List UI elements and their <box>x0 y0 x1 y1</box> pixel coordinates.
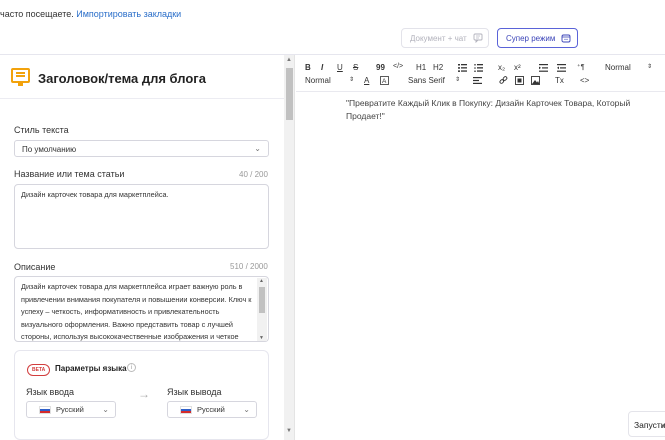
input-language-value: Русский <box>56 405 84 414</box>
subscript-button[interactable]: x₂ <box>498 63 505 72</box>
scroll-down-icon[interactable]: ▼ <box>259 335 264 341</box>
chevron-updown-icon: ⇕ <box>647 64 653 70</box>
text-style-value: По умолчанию <box>22 145 77 154</box>
blog-monitor-icon <box>11 68 30 86</box>
output-language-select[interactable]: Русский ⌄ <box>167 401 257 418</box>
chevron-down-icon: ⌄ <box>243 405 250 414</box>
text-direction-button[interactable]: ⁺¶ <box>577 63 584 71</box>
heading2-button[interactable]: H2 <box>433 63 443 72</box>
panel-header: Заголовок/тема для блога <box>0 55 284 99</box>
bookmarks-prefix: часто посещаете. <box>0 9 74 19</box>
beta-badge: BETA <box>27 364 51 376</box>
chat-icon <box>473 33 483 43</box>
chevron-updown-icon: ⇕ <box>349 77 355 83</box>
image-icon[interactable] <box>531 76 540 85</box>
arrow-right-icon: → <box>138 387 150 401</box>
description-textarea[interactable]: Дизайн карточек товара для маркетплейса … <box>14 276 269 342</box>
highlight-icon[interactable]: A <box>380 76 389 85</box>
text-style-label: Стиль текста <box>14 125 69 135</box>
font-color-button[interactable]: A <box>364 76 369 85</box>
strike-button[interactable]: S <box>353 63 358 72</box>
svg-text:A: A <box>382 78 387 85</box>
calendar-icon <box>561 34 571 43</box>
left-panel-scroll-thumb[interactable] <box>286 68 293 120</box>
russia-flag-icon <box>180 405 192 414</box>
description-counter: 510 / 2000 <box>230 262 268 271</box>
underline-button[interactable]: U <box>337 63 343 72</box>
video-icon[interactable] <box>515 76 524 85</box>
doc-chat-label: Документ + чат <box>410 33 467 43</box>
scroll-down-icon[interactable]: ▼ <box>660 424 665 430</box>
title-field-label: Название или тема статьи <box>14 169 125 179</box>
language-settings-card: BETA Параметры языка i Язык ввода → Язык… <box>14 350 269 440</box>
indent-icon[interactable] <box>557 64 566 72</box>
scroll-up-icon[interactable]: ▲ <box>259 278 264 284</box>
description-label: Описание <box>14 262 56 272</box>
bullet-list-icon[interactable] <box>474 64 483 72</box>
editor-content[interactable]: "Превратите Каждый Клик в Покупку: Дизай… <box>346 97 646 123</box>
output-language-label: Язык вывода <box>167 387 222 397</box>
ordered-list-icon[interactable] <box>458 64 467 72</box>
scroll-down-icon[interactable]: ▼ <box>286 428 292 434</box>
template-form-panel: Заголовок/тема для блога Стиль текста По… <box>0 55 284 440</box>
superscript-button[interactable]: x² <box>514 63 521 72</box>
info-icon[interactable]: i <box>127 363 136 372</box>
description-scroll-thumb[interactable] <box>259 287 265 313</box>
title-counter: 40 / 200 <box>239 170 268 179</box>
language-settings-title: Параметры языка <box>55 364 127 373</box>
title-textarea[interactable]: Дизайн карточек товара для маркетплейса. <box>14 184 269 249</box>
bookmarks-bar: часто посещаете. Импортировать закладки <box>0 0 665 26</box>
bold-button[interactable]: B <box>305 63 311 72</box>
russia-flag-icon <box>39 405 51 414</box>
super-mode-button[interactable]: Супер режим <box>497 28 578 48</box>
doc-chat-button[interactable]: Документ + чат <box>401 28 489 48</box>
editor-toolbar: B I U S 99 </> H1 H2 x₂ x² ⁺¶ Normal ⇕ N… <box>296 55 665 92</box>
font-select[interactable]: Sans Serif <box>408 76 445 85</box>
heading1-button[interactable]: H1 <box>416 63 426 72</box>
import-bookmarks-link[interactable]: Импортировать закладки <box>76 9 181 19</box>
chevron-down-icon: ⌄ <box>254 144 261 153</box>
description-scrollbar[interactable]: ▲ ▼ <box>257 278 267 341</box>
outdent-icon[interactable] <box>539 64 548 72</box>
code-button[interactable]: </> <box>393 63 403 70</box>
super-mode-label: Супер режим <box>506 33 556 43</box>
rich-text-editor: B I U S 99 </> H1 H2 x₂ x² ⁺¶ Normal ⇕ N… <box>296 55 665 440</box>
size-select[interactable]: Normal <box>305 76 331 85</box>
output-language-value: Русский <box>197 405 225 414</box>
text-style-select[interactable]: По умолчанию ⌄ <box>14 140 269 157</box>
clear-format-button[interactable]: Tx <box>555 76 564 85</box>
panel-title: Заголовок/тема для блога <box>38 71 206 86</box>
chevron-down-icon: ⌄ <box>102 405 109 414</box>
top-bar: Документ + чат Супер режим <box>0 26 665 55</box>
scroll-up-icon[interactable]: ▲ <box>286 57 292 63</box>
italic-button[interactable]: I <box>321 63 323 72</box>
input-language-select[interactable]: Русский ⌄ <box>26 401 116 418</box>
html-source-button[interactable]: <> <box>580 76 589 85</box>
chevron-updown-icon: ⇕ <box>455 77 461 83</box>
left-panel-scrollbar[interactable]: ▲ ▼ <box>284 55 295 440</box>
align-icon[interactable] <box>473 77 482 84</box>
input-language-label: Язык ввода <box>26 387 75 397</box>
quote-button[interactable]: 99 <box>376 63 385 72</box>
link-icon[interactable] <box>499 76 508 85</box>
heading-select[interactable]: Normal <box>605 63 631 72</box>
